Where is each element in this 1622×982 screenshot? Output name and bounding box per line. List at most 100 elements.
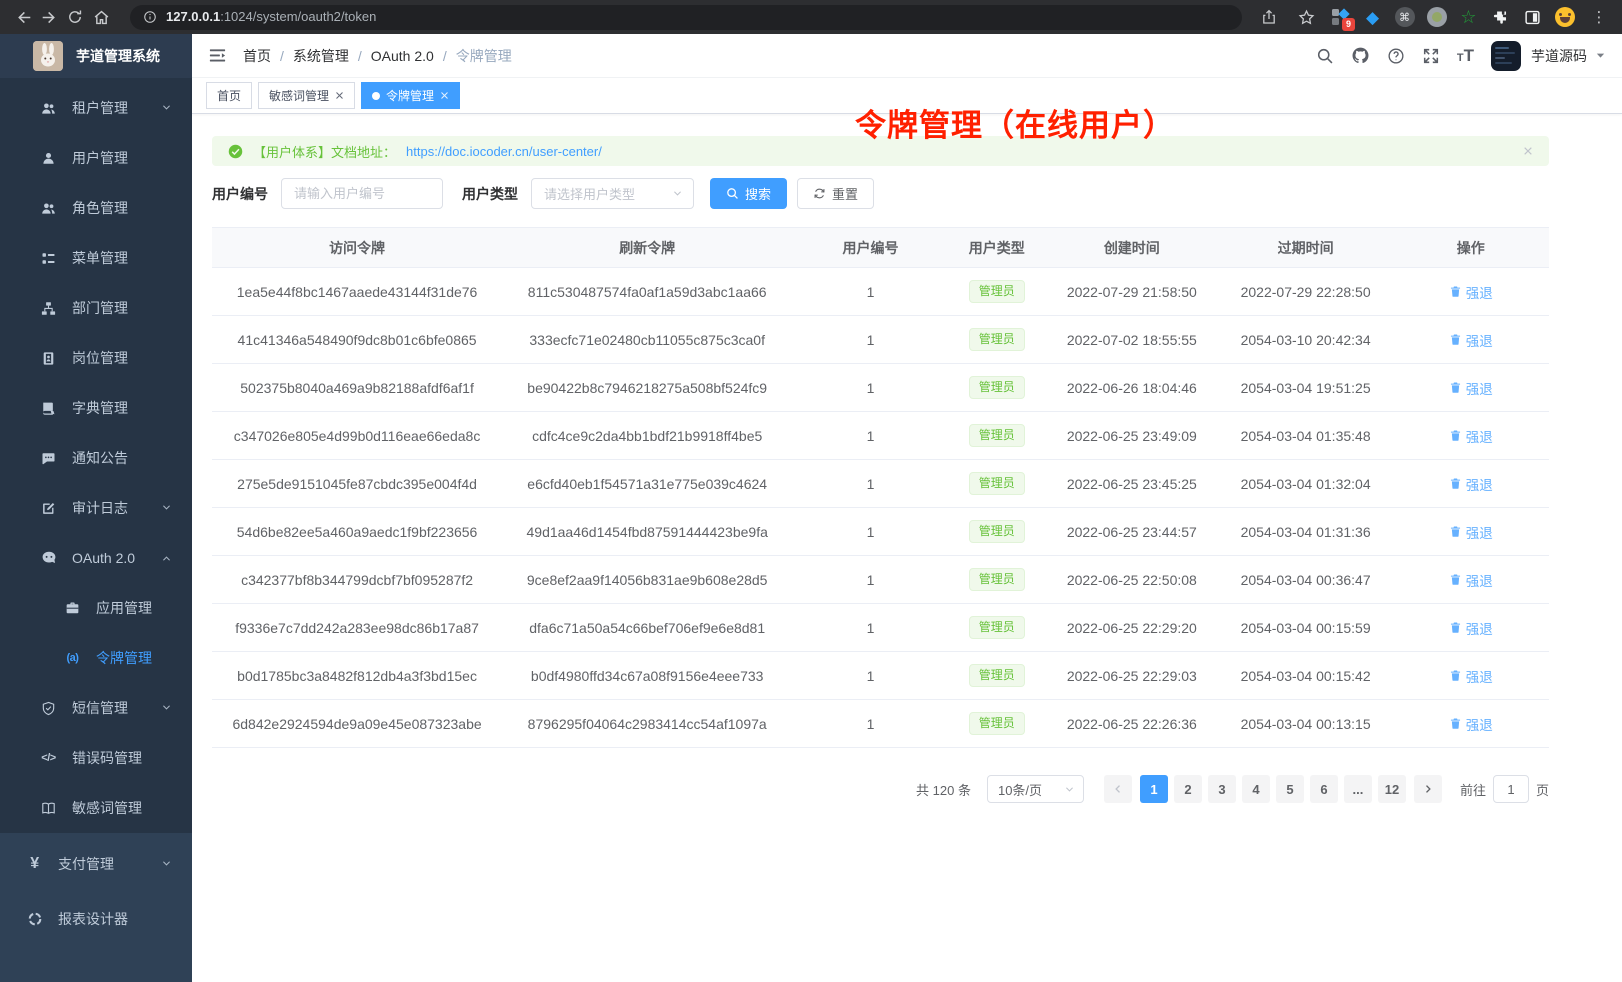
alert-close-icon[interactable] xyxy=(1523,146,1533,156)
pager-ellipsis[interactable]: ... xyxy=(1344,775,1372,803)
app-icon xyxy=(64,601,81,616)
pager-page-6[interactable]: 6 xyxy=(1310,775,1338,803)
cell-created-time: 2022-06-26 18:04:46 xyxy=(1045,364,1219,412)
table-row: 1ea5e44f8bc1467aaede43144f31de76811c5304… xyxy=(212,268,1549,316)
home-icon[interactable] xyxy=(88,4,114,30)
sidebar-item-report[interactable]: 报表设计器 xyxy=(0,891,192,946)
url-path: :1024/system/oauth2/token xyxy=(220,9,376,24)
sidebar-item-tenant[interactable]: 租户管理 xyxy=(0,83,192,133)
extension-sidepanel-icon[interactable] xyxy=(1522,7,1543,28)
alert-doc-link[interactable]: https://doc.iocoder.cn/user-center/ xyxy=(406,144,602,159)
screen: 127.0.0.1:1024/system/oauth2/token 9 ◆ ⌘… xyxy=(0,0,1622,982)
sidebar-menu: 租户管理用户管理角色管理菜单管理部门管理岗位管理字典管理通知公告审计日志OAut… xyxy=(0,78,192,833)
sidebar-item-dept[interactable]: 部门管理 xyxy=(0,283,192,333)
sidebar-item-post[interactable]: 岗位管理 xyxy=(0,333,192,383)
navbar-actions: 芋道源码 xyxy=(1316,41,1606,71)
sidebar-item-label: 租户管理 xyxy=(72,98,128,118)
caret-down-icon[interactable] xyxy=(1595,50,1606,61)
force-logout-button[interactable]: 强退 xyxy=(1449,330,1493,350)
extension-gem-icon[interactable]: ◆ xyxy=(1362,7,1383,28)
extension-puzzle-icon[interactable] xyxy=(1490,7,1511,28)
breadcrumb-item[interactable]: 首页 xyxy=(243,46,271,66)
force-logout-button[interactable]: 强退 xyxy=(1449,618,1493,638)
pager-page-4[interactable]: 4 xyxy=(1242,775,1270,803)
search-button[interactable]: 搜索 xyxy=(710,178,787,209)
force-logout-button[interactable]: 强退 xyxy=(1449,522,1493,542)
breadcrumb-item[interactable]: 系统管理 xyxy=(293,46,349,66)
cell-access-token: c347026e805e4d99b0d116eae66eda8c xyxy=(212,412,502,460)
font-size-icon[interactable] xyxy=(1457,47,1474,64)
pager-page-5[interactable]: 5 xyxy=(1276,775,1304,803)
extension-command-icon[interactable]: ⌘ xyxy=(1394,7,1415,28)
app-logo[interactable]: 芋道管理系统 xyxy=(0,34,192,78)
user-type-select[interactable]: 请选择用户类型 xyxy=(531,178,694,209)
pager-goto-input[interactable] xyxy=(1493,775,1529,803)
tab-close-icon[interactable] xyxy=(440,91,449,100)
force-logout-button[interactable]: 强退 xyxy=(1449,570,1493,590)
github-icon[interactable] xyxy=(1351,46,1370,65)
tab-首页[interactable]: 首页 xyxy=(206,82,252,109)
force-logout-label: 强退 xyxy=(1466,714,1493,734)
forward-icon[interactable] xyxy=(36,4,62,30)
cell-created-time: 2022-07-02 18:55:55 xyxy=(1045,316,1219,364)
sidebar-item-menu[interactable]: 菜单管理 xyxy=(0,233,192,283)
user-avatar[interactable] xyxy=(1491,41,1521,71)
pager-page-3[interactable]: 3 xyxy=(1208,775,1236,803)
force-logout-button[interactable]: 强退 xyxy=(1449,426,1493,446)
breadcrumb-item[interactable]: OAuth 2.0 xyxy=(371,48,434,64)
tab-敏感词管理[interactable]: 敏感词管理 xyxy=(258,82,355,109)
extension-star-icon[interactable]: ☆ xyxy=(1458,7,1479,28)
tab-close-icon[interactable] xyxy=(335,91,344,100)
pager-page-1[interactable]: 1 xyxy=(1140,775,1168,803)
sidebar-collapse-icon[interactable] xyxy=(208,46,227,65)
chevron-down-icon xyxy=(161,856,172,872)
sidebar-item-oauth2[interactable]: OAuth 2.0 xyxy=(0,533,192,583)
site-info-icon[interactable] xyxy=(142,4,158,30)
force-logout-button[interactable]: 强退 xyxy=(1449,378,1493,398)
sidebar-item-oauth2-app[interactable]: 应用管理 xyxy=(0,583,192,633)
force-logout-button[interactable]: 强退 xyxy=(1449,714,1493,734)
sidebar-item-user[interactable]: 用户管理 xyxy=(0,133,192,183)
bookmark-star-icon[interactable] xyxy=(1293,4,1319,30)
force-logout-button[interactable]: 强退 xyxy=(1449,666,1493,686)
extension-workflow-icon[interactable]: 9 xyxy=(1330,7,1351,28)
pager-goto: 前往 页 xyxy=(1460,775,1549,803)
user-type-badge: 管理员 xyxy=(969,376,1025,400)
extension-recorder-icon[interactable] xyxy=(1426,7,1447,28)
address-bar[interactable]: 127.0.0.1:1024/system/oauth2/token xyxy=(130,5,1242,30)
help-icon[interactable] xyxy=(1387,47,1405,65)
force-logout-button[interactable]: 强退 xyxy=(1449,474,1493,494)
reload-icon[interactable] xyxy=(62,4,88,30)
reset-button[interactable]: 重置 xyxy=(797,178,874,209)
pager-page-2[interactable]: 2 xyxy=(1174,775,1202,803)
sidebar-item-pay[interactable]: ¥支付管理 xyxy=(0,836,192,891)
sidebar-item-oauth2-token[interactable]: (a)令牌管理 xyxy=(0,633,192,683)
sidebar-item-error-code[interactable]: </>错误码管理 xyxy=(0,733,192,783)
pager-next-button[interactable] xyxy=(1414,775,1442,803)
page-size-select[interactable]: 10条/页 xyxy=(987,775,1084,803)
user-id-input[interactable] xyxy=(281,178,443,209)
sidebar-item-audit-log[interactable]: 审计日志 xyxy=(0,483,192,533)
sidebar-item-notice[interactable]: 通知公告 xyxy=(0,433,192,483)
pager-page-12[interactable]: 12 xyxy=(1378,775,1406,803)
sidebar-item-dict[interactable]: 字典管理 xyxy=(0,383,192,433)
search-icon[interactable] xyxy=(1316,47,1334,65)
fullscreen-icon[interactable] xyxy=(1422,47,1440,65)
table-row: 41c41346a548490f9dc8b01c6bfe0865333ecfc7… xyxy=(212,316,1549,364)
sidebar-item-sensitive[interactable]: 敏感词管理 xyxy=(0,783,192,833)
browser-menu-icon[interactable]: ⋮ xyxy=(1586,4,1612,30)
audit-icon xyxy=(40,501,57,516)
cell-actions: 强退 xyxy=(1393,412,1549,460)
force-logout-button[interactable]: 强退 xyxy=(1449,282,1493,302)
share-icon[interactable] xyxy=(1256,4,1282,30)
pager-prev-button[interactable] xyxy=(1104,775,1132,803)
col-refresh-token: 刷新令牌 xyxy=(502,228,792,268)
trash-icon xyxy=(1449,669,1462,682)
force-logout-label: 强退 xyxy=(1466,378,1493,398)
back-icon[interactable] xyxy=(10,4,36,30)
sidebar-item-sms[interactable]: 短信管理 xyxy=(0,683,192,733)
pagination: 共 120 条 10条/页 123456...12 xyxy=(212,775,1549,803)
profile-avatar-icon[interactable] xyxy=(1554,7,1575,28)
tab-令牌管理[interactable]: 令牌管理 xyxy=(361,82,460,109)
sidebar-item-role[interactable]: 角色管理 xyxy=(0,183,192,233)
